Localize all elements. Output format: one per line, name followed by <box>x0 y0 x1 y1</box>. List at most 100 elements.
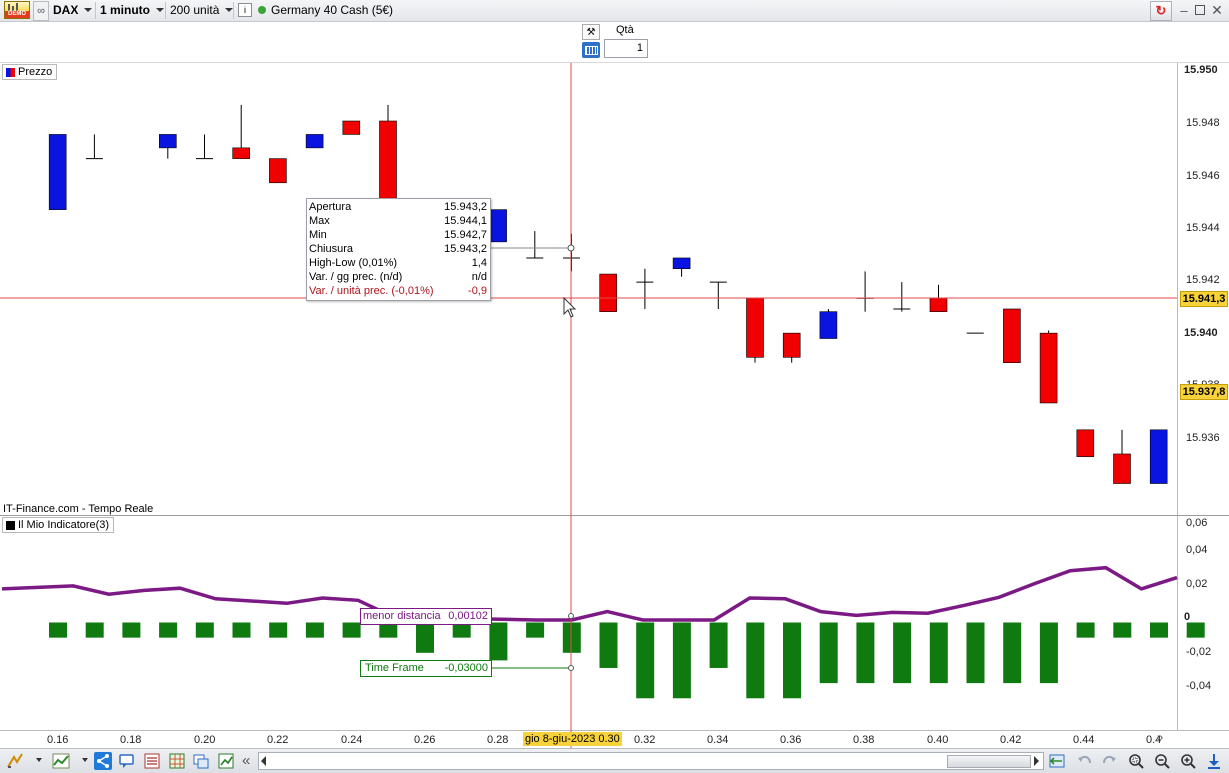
chat-icon[interactable] <box>118 752 136 770</box>
indicator-bar <box>122 622 141 638</box>
y-tick: 15.950 <box>1184 64 1218 76</box>
indicator-bar <box>929 622 948 684</box>
y-tick: 0 <box>1184 611 1191 623</box>
price-candles <box>48 104 1168 484</box>
distance-label: menor distancia 0,00102 <box>360 608 492 625</box>
indicator-bar <box>746 622 765 699</box>
x-tick: 0.40 <box>927 734 949 746</box>
x-tick: 0.18 <box>120 734 142 746</box>
candle-body <box>1076 429 1095 457</box>
tooltip-row: Max 15.944,1 <box>309 215 487 227</box>
redo-icon[interactable] <box>1100 752 1118 770</box>
chevron-down-icon[interactable] <box>82 758 88 762</box>
indicators-icon[interactable] <box>52 752 70 770</box>
ohlc-tooltip: Apertura 15.943,2 Max 15.944,1 Min 15.942,7… <box>306 198 491 301</box>
chevron-down-icon[interactable] <box>36 758 42 762</box>
indicator-panel-label[interactable]: Il Mio Indicatore(3) <box>2 517 115 533</box>
price-swatch-icon <box>6 67 15 77</box>
indicator-bar <box>526 622 545 638</box>
analysis-icon[interactable] <box>217 752 235 770</box>
candle-body <box>48 134 67 210</box>
zoom-area-icon[interactable] <box>1127 752 1145 770</box>
y-tick: 0,02 <box>1186 578 1208 590</box>
indicator-bar <box>1186 622 1205 638</box>
chevron-right-icon[interactable]: » <box>1157 732 1163 744</box>
candle-body <box>489 209 507 243</box>
indicator-bar <box>159 622 178 638</box>
timeframe-label: Time Frame -0,03000 <box>360 660 492 677</box>
tooltip-row: Chiusura 15.943,2 <box>309 243 487 255</box>
scroll-right-icon[interactable] <box>1034 756 1039 766</box>
indicator-bar <box>416 622 434 653</box>
indicator-bar <box>1113 622 1132 638</box>
candle-body <box>819 311 838 339</box>
mouse-cursor-icon <box>563 296 577 318</box>
x-tick: 0.28 <box>487 734 509 746</box>
indicator-bar <box>85 622 104 638</box>
price-panel-label[interactable]: Prezzo <box>2 64 58 80</box>
zoom-in-icon[interactable] <box>1179 752 1197 770</box>
scroll-to-end-icon[interactable] <box>1205 752 1223 770</box>
horizontal-scrollbar[interactable] <box>258 752 1044 770</box>
x-tick: 0.24 <box>341 734 363 746</box>
x-tick: 0.26 <box>414 734 436 746</box>
cursor-date-label: gio 8-giu-2023 0.30 <box>523 732 622 746</box>
indicator-bar <box>1003 622 1022 684</box>
scroll-left-icon[interactable] <box>261 756 266 766</box>
x-tick: 0.36 <box>780 734 802 746</box>
list-icon[interactable] <box>143 752 161 770</box>
y-tick: 15.948 <box>1186 117 1220 129</box>
zoom-out-icon[interactable] <box>1153 752 1171 770</box>
indicator-bar <box>599 622 618 668</box>
y-tick: 15.936 <box>1186 432 1220 444</box>
indicator-bar <box>1076 622 1095 638</box>
x-tick: 0.32 <box>634 734 656 746</box>
undo-icon[interactable] <box>1076 752 1094 770</box>
indicator-bar <box>672 622 691 699</box>
candle-body <box>1003 308 1021 363</box>
candle-body <box>305 134 324 149</box>
candle-body <box>379 120 397 202</box>
scroll-left-far-icon[interactable]: « <box>242 752 250 769</box>
indicator-bar <box>709 622 728 668</box>
indicator-bars <box>49 622 1205 699</box>
indicator-bar <box>893 622 912 684</box>
scrollbar-thumb[interactable] <box>947 755 1031 768</box>
indicator-line <box>1 565 1178 622</box>
indicator-bar <box>195 622 214 638</box>
candle-body <box>1149 429 1168 484</box>
x-tick: 0.42 <box>1000 734 1022 746</box>
indicator-point <box>568 613 574 619</box>
tooltip-row: Min 15.942,7 <box>309 229 487 241</box>
candle-body <box>342 120 361 135</box>
last-price-marker: 15.937,8 <box>1180 384 1228 400</box>
indicator-bar <box>1150 622 1168 638</box>
candle-body <box>159 134 177 149</box>
draw-tools-icon[interactable] <box>6 752 24 770</box>
indicator-bar <box>489 622 508 661</box>
indicator-bar <box>856 622 875 684</box>
indicator-bar <box>1039 622 1058 684</box>
candle-body <box>1039 332 1058 404</box>
crosshair-point <box>567 244 575 252</box>
y-tick: 0,04 <box>1186 544 1208 556</box>
bottom-toolbar: « <box>0 748 1229 773</box>
y-tick: -0,02 <box>1186 646 1212 658</box>
windows-icon[interactable] <box>192 752 210 770</box>
share-icon[interactable] <box>94 752 112 770</box>
candle-body <box>1113 453 1131 484</box>
grid-icon[interactable] <box>168 752 186 770</box>
indicator-bar <box>636 622 655 699</box>
y-tick: 15.942 <box>1186 274 1220 286</box>
data-source-label: IT-Finance.com - Tempo Reale <box>3 503 154 515</box>
candle-body <box>232 147 250 159</box>
chart-canvas[interactable] <box>0 0 1229 772</box>
x-tick: 0.38 <box>853 734 875 746</box>
indicator-bar <box>966 622 985 684</box>
current-price-marker: 15.941,3 <box>1180 291 1228 307</box>
y-tick: 0,06 <box>1186 517 1208 529</box>
candle-body <box>782 332 801 358</box>
indicator-bar <box>819 622 838 684</box>
sync-icon[interactable] <box>1048 752 1066 770</box>
y-tick: -0,04 <box>1186 680 1212 692</box>
